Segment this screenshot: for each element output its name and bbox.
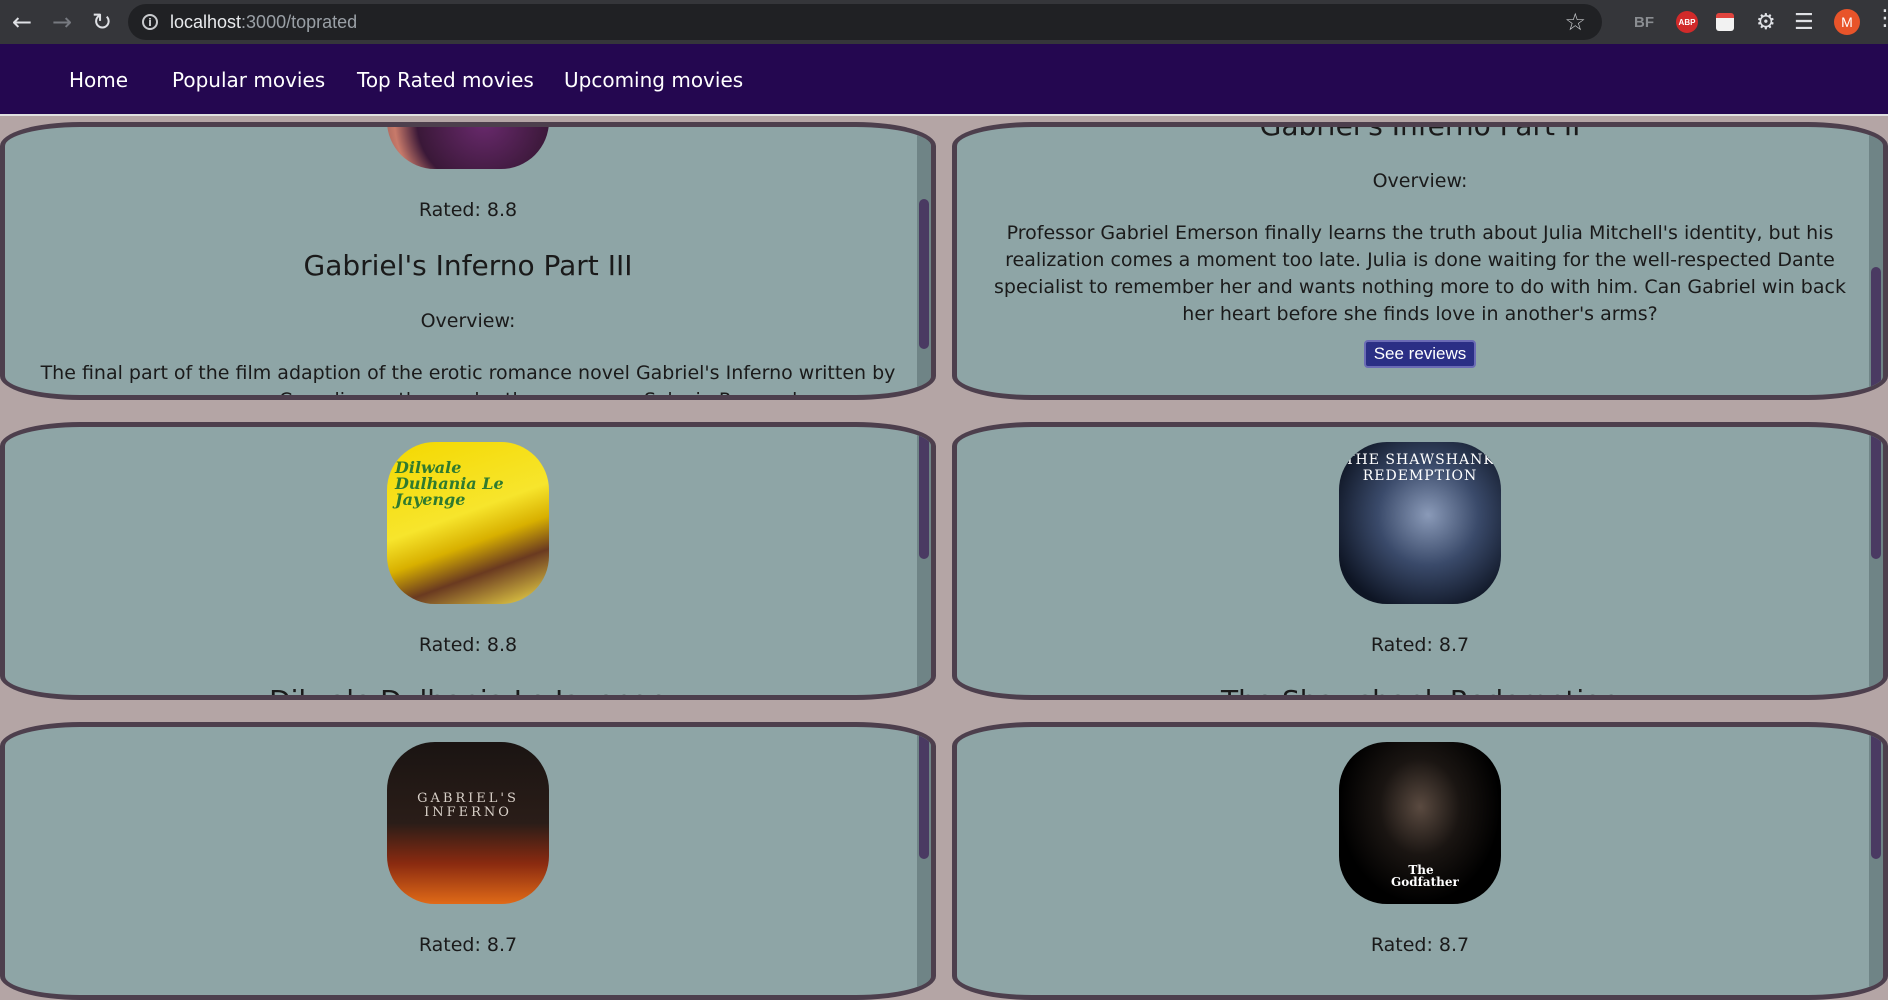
card-scrollbar[interactable] [1869,127,1883,395]
media-playlist-icon[interactable]: ☰ [1794,0,1814,44]
reload-icon[interactable]: ↻ [82,0,122,44]
movie-card[interactable]: Dilwale Dulhania Le Jayenge Rated: 8.8 D… [0,422,936,700]
movie-poster [387,127,549,169]
card-scrollbar[interactable] [1869,427,1883,695]
card-scrollbar[interactable] [917,127,931,395]
overview-text: Professor Gabriel Emerson finally learns… [994,222,1846,325]
scrollbar-thumb[interactable] [1871,267,1881,395]
overview-text: The final part of the film adaption of t… [40,362,896,400]
poster-title: Dilwale Dulhania Le Jayenge [395,458,504,509]
forward-arrow-icon[interactable]: → [42,0,82,44]
nav-home[interactable]: Home [69,44,128,114]
card-scrollbar[interactable] [917,427,931,695]
movie-poster: THE SHAWSHANK REDEMPTION [1339,442,1501,604]
nav-upcoming-movies[interactable]: Upcoming movies [564,44,743,114]
see-reviews-button[interactable]: See reviews [1363,340,1477,368]
movie-card[interactable]: GABRIEL'S INFERNO Rated: 8.7 [0,722,936,1000]
poster-title: GABRIEL'S INFERNO [417,791,519,820]
movie-title: Gabriel's Inferno Part II [1259,122,1581,142]
movie-rating: Rated: 8.7 [418,934,518,956]
card-scrollbar[interactable] [1869,727,1883,995]
movie-title: The Shawshank Redemption [957,684,1883,695]
poster-title: The Godfather [1391,863,1459,889]
movie-poster: GABRIEL'S INFERNO [387,742,549,904]
movie-title: Gabriel's Inferno Part III [303,249,633,282]
nav-popular-movies[interactable]: Popular movies [172,44,325,114]
overview-label: Overview: [420,310,516,332]
url-text[interactable]: localhost:3000/toprated [170,12,357,33]
scrollbar-thumb[interactable] [919,429,929,559]
scrollbar-thumb[interactable] [919,729,929,859]
adblock-extension-icon[interactable]: ABP [1676,0,1698,44]
movie-rating: Rated: 8.7 [1370,934,1470,956]
info-icon[interactable]: i [142,14,158,30]
scrollbar-thumb[interactable] [1871,729,1881,859]
card-scrollbar[interactable] [917,727,931,995]
movie-card[interactable]: The Godfather Rated: 8.7 [952,722,1888,1000]
movie-title: Dilwale Dulhania Le Jayenge [5,684,931,695]
movie-rating: Rated: 8.8 [418,199,518,221]
scrollbar-thumb[interactable] [1871,429,1881,559]
movie-rating: Rated: 8.7 [1370,634,1470,656]
overview-label: Overview: [1372,170,1468,192]
browser-toolbar: ← → ↻ i localhost:3000/toprated ☆ BF ABP… [0,0,1888,44]
movie-card[interactable]: Gabriel's Inferno Part II Overview: Prof… [952,122,1888,400]
extensions-puzzle-icon[interactable]: ⚙ [1756,0,1776,44]
profile-avatar[interactable]: M [1834,9,1860,35]
address-bar[interactable]: i localhost:3000/toprated ☆ [128,4,1602,40]
scrollbar-thumb[interactable] [919,199,929,349]
menu-dots-icon[interactable]: ⋮ [1874,8,1888,30]
poster-title: THE SHAWSHANK REDEMPTION [1345,452,1495,484]
movie-poster: The Godfather [1339,742,1501,904]
nav-top-rated-movies[interactable]: Top Rated movies [357,44,534,114]
calendar-extension-icon[interactable] [1716,0,1734,44]
movie-card[interactable]: Rated: 8.8 Gabriel's Inferno Part III Ov… [0,122,936,400]
movie-card[interactable]: THE SHAWSHANK REDEMPTION Rated: 8.7 The … [952,422,1888,700]
movie-rating: Rated: 8.8 [418,634,518,656]
bf-extension-icon[interactable]: BF [1634,0,1654,44]
app-navbar: Home Popular movies Top Rated movies Upc… [0,44,1888,116]
bookmark-star-icon[interactable]: ☆ [1564,8,1586,36]
back-arrow-icon[interactable]: ← [2,0,42,44]
movie-poster: Dilwale Dulhania Le Jayenge [387,442,549,604]
